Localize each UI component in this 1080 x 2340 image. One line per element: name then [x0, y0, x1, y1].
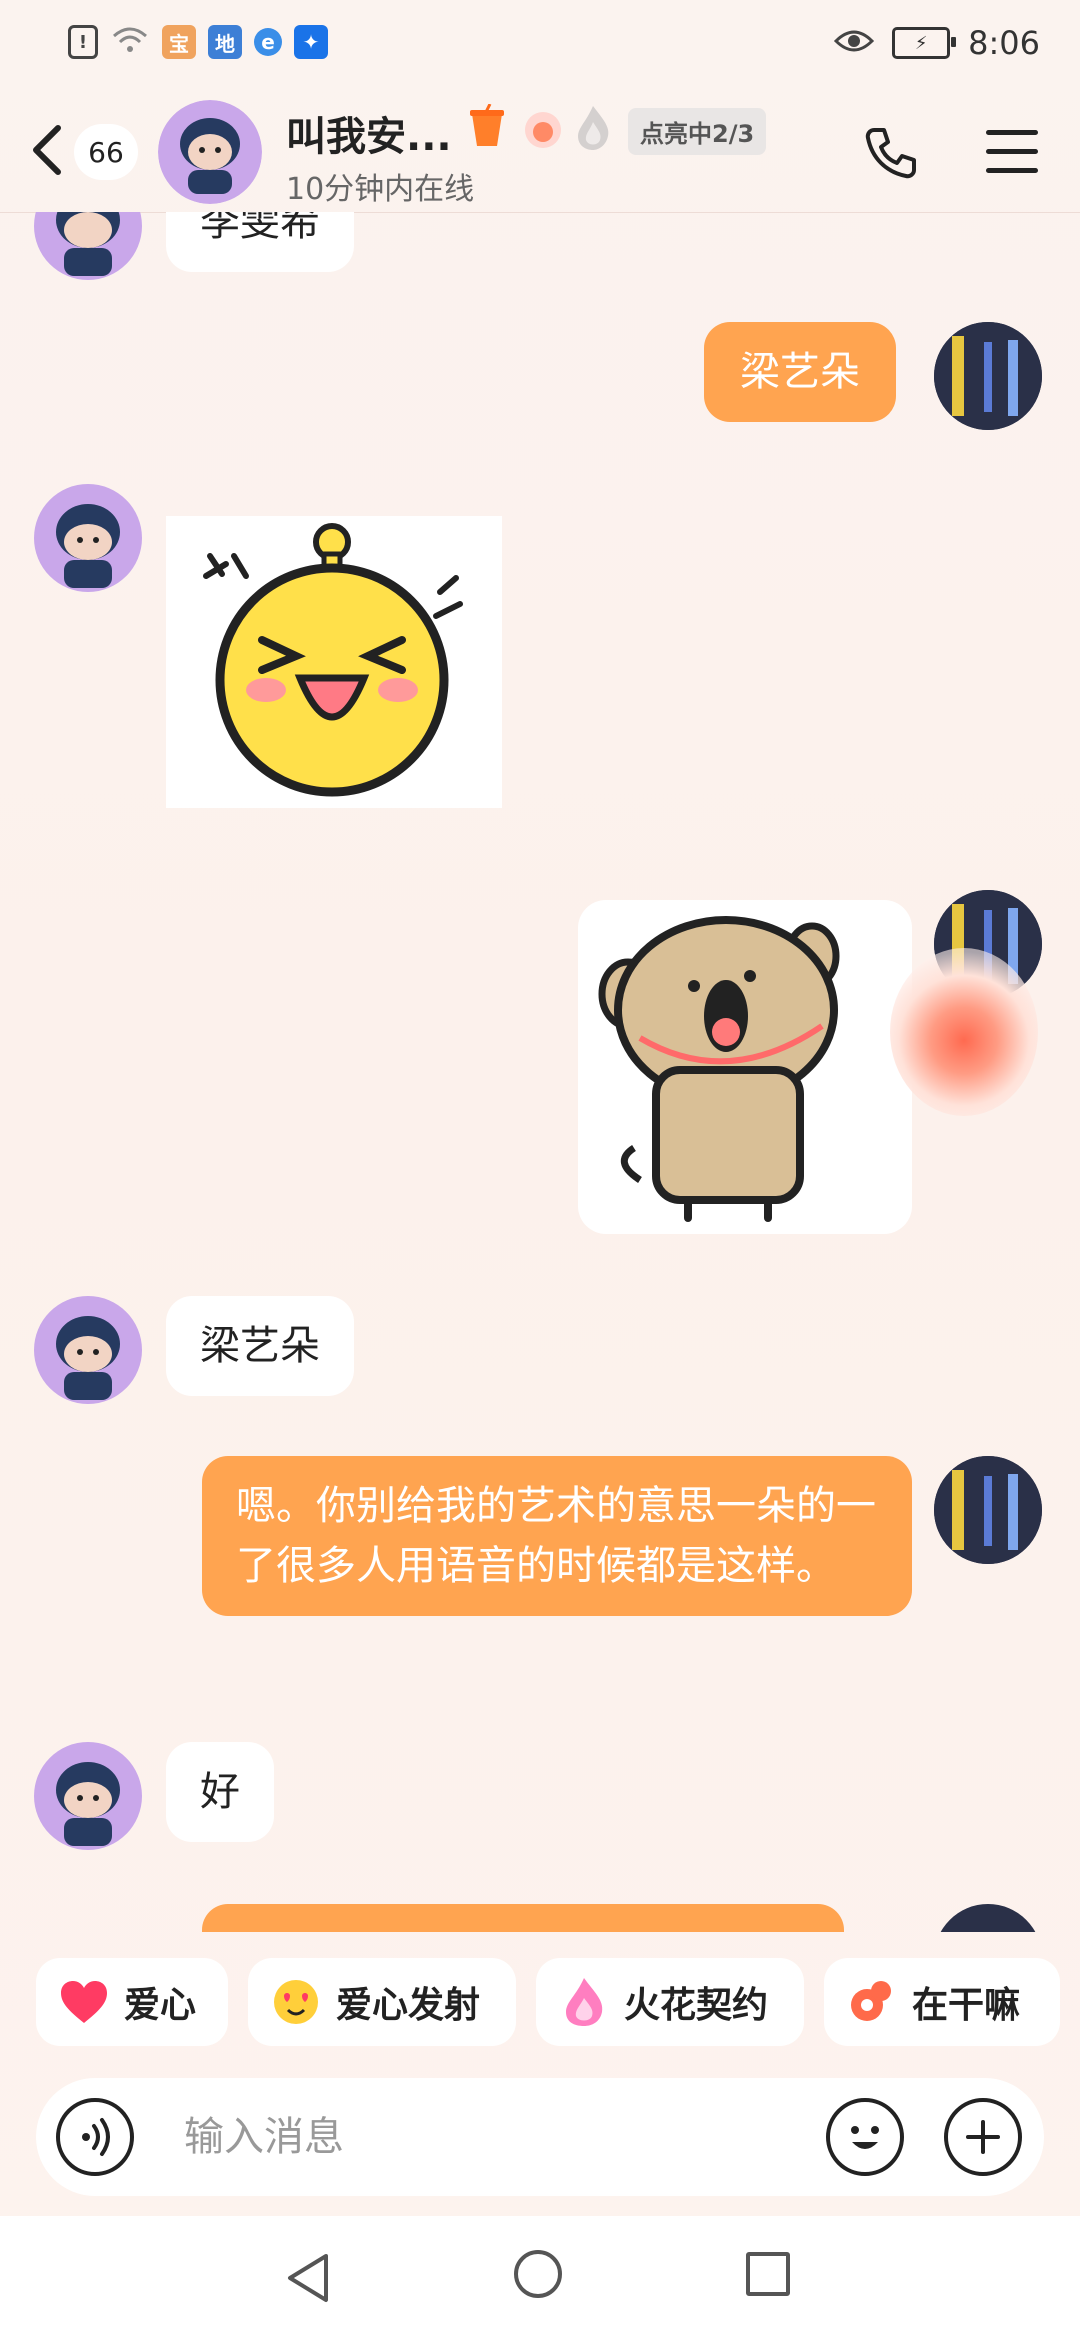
heart-eyes-icon [270, 1976, 322, 2028]
browser-app-icon: e [254, 28, 282, 56]
gray-fire-icon [572, 104, 614, 156]
alert-icon: ! [68, 25, 98, 59]
quick-actions-bar: 爱心 爱心发射 火花契约 在干嘛 [0, 1948, 1080, 2046]
game-app-icon: 宝 [162, 25, 196, 59]
smiley-icon [851, 2126, 879, 2149]
message-text: 李雯希 [200, 212, 320, 245]
back-button[interactable] [22, 120, 72, 180]
plus-icon [966, 2120, 1000, 2154]
voice-icon [82, 2118, 110, 2156]
contact-avatar[interactable] [34, 484, 142, 592]
light-progress-badge: 点亮中2/3 [628, 108, 767, 155]
quick-heart-button[interactable]: 爱心 [36, 1958, 228, 2046]
contact-name: 叫我安... [286, 114, 452, 160]
eye-icon [834, 27, 875, 59]
quick-action-label: 爱心发射 [336, 1985, 481, 2026]
voice-input-button[interactable] [56, 2098, 134, 2176]
flame-badge-icon [522, 106, 564, 154]
clock: 8:06 [968, 24, 1040, 62]
message-bubble[interactable]: 梁艺朵 [166, 1296, 354, 1396]
nav-recents-button[interactable] [746, 2252, 790, 2296]
nav-home-button[interactable] [514, 2250, 562, 2298]
message-text: 嗯。你别给我的艺术的意思一朵的一了很多人用语音的时候都是这样。 [236, 1483, 876, 1589]
runner-app-icon: 地 [208, 25, 242, 59]
heart-icon [58, 1976, 110, 2028]
quick-heart-shoot-button[interactable]: 爱心发射 [248, 1958, 516, 2046]
more-button[interactable] [944, 2098, 1022, 2176]
phone-icon [865, 128, 916, 179]
bulb-app-icon: ✦ [294, 25, 328, 59]
chat-bubbles-icon [846, 1976, 898, 2028]
menu-button[interactable] [986, 130, 1038, 174]
cup-badge-icon [466, 103, 508, 154]
wifi-icon [110, 24, 150, 60]
shouting-bear-sticker[interactable] [578, 900, 912, 1234]
message-input-bar [36, 2078, 1044, 2196]
message-bubble-partial[interactable] [202, 1904, 844, 1932]
floating-egg-icon[interactable] [890, 948, 1038, 1116]
message-bubble[interactable]: 梁艺朵 [704, 322, 896, 422]
message-bubble[interactable]: 嗯。你别给我的艺术的意思一朵的一了很多人用语音的时候都是这样。 [202, 1456, 912, 1616]
message-bubble[interactable]: 好 [166, 1742, 274, 1842]
laughing-yellow-face-sticker[interactable] [166, 516, 502, 808]
contact-avatar[interactable] [34, 1296, 142, 1404]
message-text: 好 [200, 1769, 240, 1815]
message-text: 梁艺朵 [200, 1323, 320, 1369]
my-avatar[interactable] [934, 1456, 1042, 1564]
status-bar: ! 宝 地 e ✦ ⚡ 8:06 [0, 0, 1080, 90]
flame-icon [558, 1976, 610, 2028]
quick-action-label: 火花契约 [624, 1985, 769, 2026]
triangle-back-icon [288, 2254, 328, 2302]
quick-spark-contract-button[interactable]: 火花契约 [536, 1958, 804, 2046]
system-nav-bar [0, 2216, 1080, 2340]
online-status: 10分钟内在线 [286, 172, 475, 207]
notification-icons: ! 宝 地 e ✦ [68, 24, 328, 60]
nav-back-button[interactable] [284, 2252, 332, 2308]
menu-icon [986, 130, 1038, 135]
back-icon [33, 125, 61, 175]
battery-charging-icon: ⚡ [892, 27, 957, 59]
message-text: 梁艺朵 [740, 349, 860, 395]
quick-what-doing-button[interactable]: 在干嘛 [824, 1958, 1060, 2046]
my-avatar[interactable] [934, 322, 1042, 430]
contact-avatar[interactable] [158, 100, 262, 204]
contact-avatar[interactable] [34, 1742, 142, 1850]
unread-count-badge[interactable]: 66 [74, 124, 138, 180]
call-button[interactable] [862, 124, 920, 182]
quick-action-label: 爱心 [124, 1985, 197, 2026]
message-bubble[interactable]: 李雯希 [166, 212, 354, 272]
message-input[interactable] [182, 2104, 786, 2170]
emoji-button[interactable] [826, 2098, 904, 2176]
quick-action-label: 在干嘛 [912, 1985, 1021, 2026]
contact-avatar[interactable] [34, 212, 142, 280]
my-avatar[interactable] [934, 1904, 1042, 1932]
